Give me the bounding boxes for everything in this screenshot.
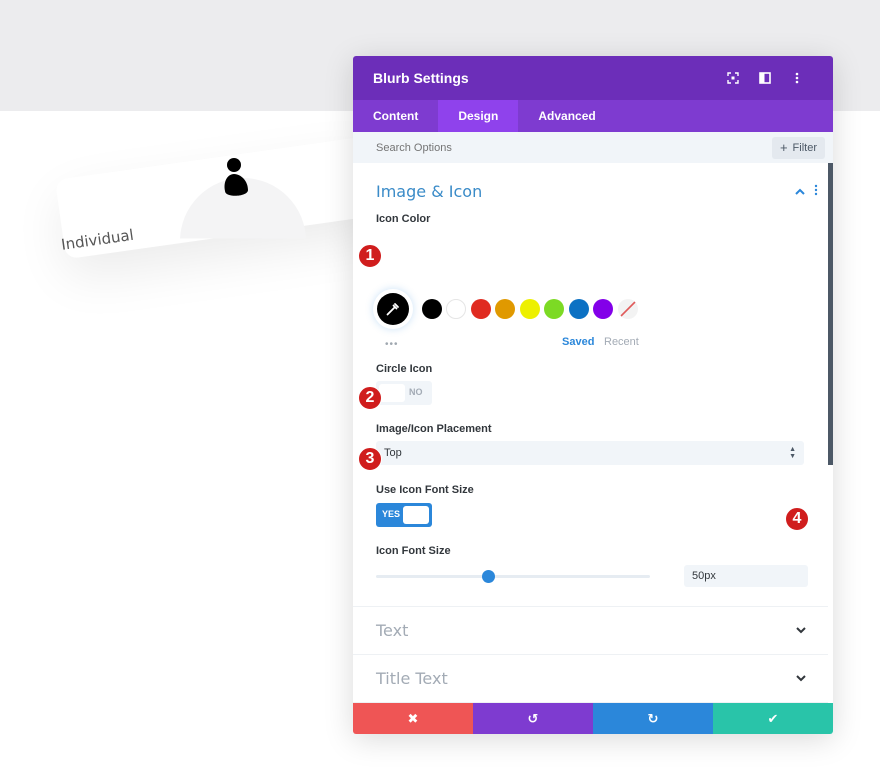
search-options-input[interactable]: [376, 141, 772, 154]
focus-mode-icon[interactable]: [717, 62, 749, 94]
discard-button[interactable]: ✖: [353, 703, 473, 734]
toggle-knob: [379, 384, 405, 402]
annotation-badge-2: 2: [358, 386, 382, 410]
circle-icon-toggle[interactable]: NO: [376, 381, 432, 405]
chevron-up-icon[interactable]: [791, 184, 809, 198]
swatch-black[interactable]: [422, 299, 442, 319]
section-title-text[interactable]: Title Text: [353, 654, 828, 702]
select-arrows-icon: ▲ ▼: [789, 446, 796, 460]
circle-icon-label: Circle Icon: [376, 363, 433, 375]
font-size-slider[interactable]: [376, 570, 650, 583]
color-picker-button[interactable]: [377, 293, 409, 325]
toggle-knob: [403, 506, 429, 524]
use-font-size-label: Use Icon Font Size: [376, 484, 474, 496]
plus-icon: +: [779, 140, 788, 155]
placement-label: Image/Icon Placement: [376, 423, 492, 435]
annotation-badge-4: 4: [785, 507, 809, 531]
annotation-badge-1: 1: [358, 244, 382, 268]
saved-colors-tab[interactable]: Saved: [562, 336, 594, 348]
swatch-purple[interactable]: [593, 299, 613, 319]
swatch-yellow[interactable]: [520, 299, 540, 319]
save-button[interactable]: ✔: [713, 703, 833, 734]
font-size-input[interactable]: [684, 565, 808, 587]
swatch-white[interactable]: [446, 299, 466, 319]
section-title: Text: [376, 621, 409, 640]
redo-icon: ↻: [647, 710, 659, 726]
tab-advanced[interactable]: Advanced: [518, 100, 615, 132]
toggle-state: NO: [409, 387, 423, 397]
chevron-down-icon: [796, 673, 806, 685]
chevron-down-icon: [796, 625, 806, 637]
icon-color-label: Icon Color: [376, 213, 431, 225]
tab-design[interactable]: Design: [438, 100, 519, 132]
toggle-state: YES: [382, 509, 401, 519]
swatch-green[interactable]: [544, 299, 564, 319]
swatch-orange[interactable]: [495, 299, 515, 319]
more-colors-icon[interactable]: •••: [385, 339, 399, 350]
close-icon: ✖: [407, 710, 419, 726]
placement-value: Top: [384, 447, 402, 459]
person-icon: [224, 158, 248, 196]
font-size-label: Icon Font Size: [376, 545, 451, 557]
scrollbar[interactable]: [828, 163, 833, 465]
color-swatches: [353, 288, 833, 328]
redo-button[interactable]: ↻: [593, 703, 713, 734]
swatch-none[interactable]: [618, 299, 638, 319]
section-title: Image & Icon: [376, 181, 483, 201]
annotation-badge-3: 3: [358, 447, 382, 471]
section-title: Title Text: [376, 669, 448, 688]
filter-button[interactable]: + Filter: [771, 136, 825, 159]
section-text[interactable]: Text: [353, 606, 828, 654]
swatch-blue[interactable]: [569, 299, 589, 319]
blurb-settings-modal: Blurb Settings Content Design Advanced +…: [353, 56, 833, 734]
slider-handle[interactable]: [482, 570, 496, 583]
check-icon: ✔: [767, 710, 779, 726]
search-row: + Filter: [353, 132, 833, 163]
settings-panel: Image & Icon Icon Color ••• Saved Recent…: [353, 163, 833, 734]
modal-footer: ✖ ↺ ↻ ✔: [353, 703, 833, 734]
eyedropper-icon: [386, 303, 399, 316]
section-more-icon[interactable]: [809, 184, 823, 199]
section-header-image-icon[interactable]: Image & Icon: [353, 163, 833, 205]
split-view-icon[interactable]: [749, 62, 781, 94]
more-vertical-icon[interactable]: [781, 62, 813, 94]
undo-button[interactable]: ↺: [473, 703, 593, 734]
tab-content[interactable]: Content: [353, 100, 438, 132]
tab-bar: Content Design Advanced: [353, 100, 833, 132]
placement-select[interactable]: Top ▲ ▼: [376, 441, 804, 465]
recent-colors-tab[interactable]: Recent: [604, 336, 639, 348]
swatch-red[interactable]: [471, 299, 491, 319]
undo-icon: ↺: [527, 710, 539, 726]
modal-header: Blurb Settings: [353, 56, 833, 100]
use-font-size-toggle[interactable]: YES: [376, 503, 432, 527]
modal-title: Blurb Settings: [373, 70, 469, 86]
filter-label: Filter: [792, 141, 817, 154]
